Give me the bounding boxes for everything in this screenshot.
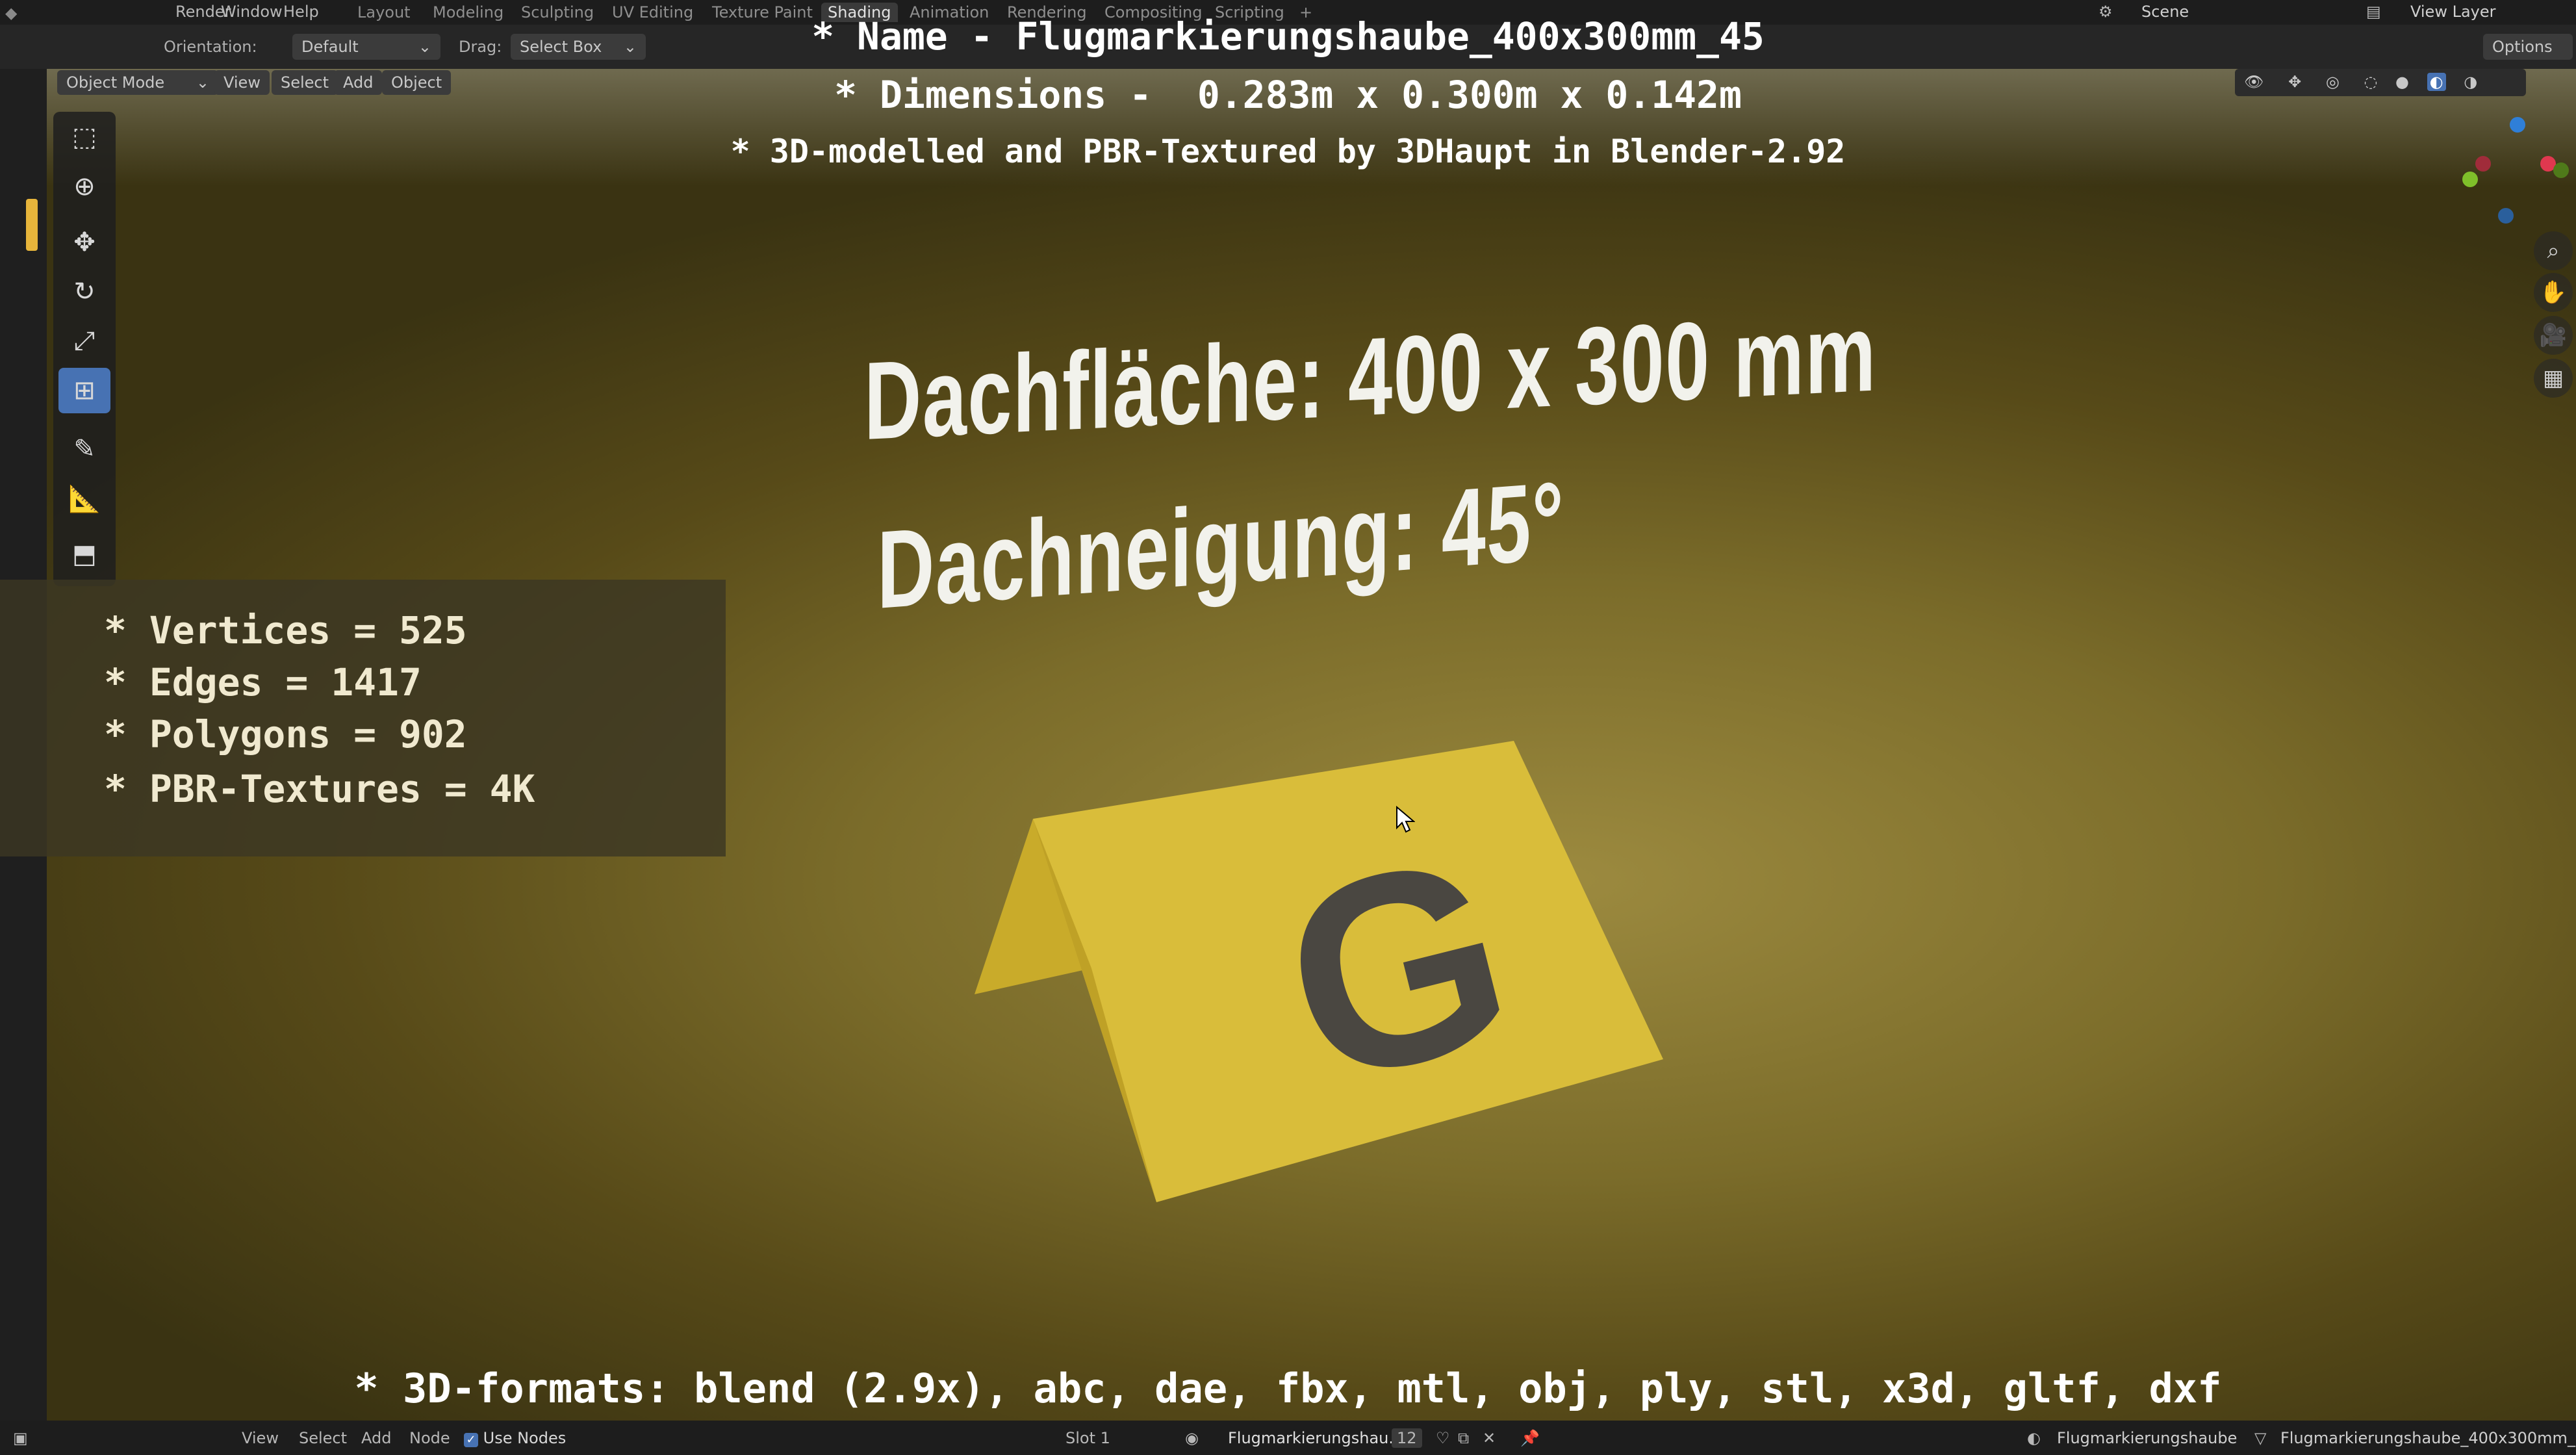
user-count[interactable]: 12: [1392, 1428, 1422, 1448]
rotate-icon[interactable]: ↻: [58, 269, 110, 315]
use-nodes-label: Use Nodes: [483, 1429, 567, 1447]
add-cube-icon[interactable]: ⬒: [58, 532, 110, 577]
roof-marker-model[interactable]: G: [936, 734, 1676, 1209]
annotate-icon[interactable]: ✎: [58, 426, 110, 472]
fake-user-icon[interactable]: ♡: [1436, 1428, 1450, 1448]
node-view-menu[interactable]: View: [242, 1428, 279, 1448]
pan-hand-icon[interactable]: ✋: [2534, 273, 2573, 312]
stat-polygons: * Polygons = 902: [104, 712, 467, 756]
node-editor-header: ▣ View Select Add Node ✓ Use Nodes Slot …: [0, 1421, 2576, 1455]
node-select-menu[interactable]: Select: [299, 1428, 347, 1448]
credit-line: * 3D-modelled and PBR-Textured by 3DHaup…: [730, 133, 1846, 170]
cursor-icon[interactable]: ⊕: [58, 164, 110, 209]
mouse-cursor-icon: [1396, 806, 1415, 833]
measure-icon[interactable]: 📐: [58, 476, 110, 521]
stat-textures: * PBR-Textures = 4K: [104, 767, 535, 811]
scale-icon[interactable]: ⤢: [58, 318, 110, 364]
gizmo-y-axis[interactable]: [2462, 172, 2478, 187]
camera-view-icon[interactable]: 🎥: [2534, 316, 2573, 355]
mesh-name-field[interactable]: Flugmarkierungshaube_400x300mm_45: [2280, 1428, 2576, 1448]
node-node-menu[interactable]: Node: [409, 1428, 450, 1448]
checkmark-icon: ✓: [464, 1433, 478, 1447]
duplicate-icon[interactable]: ⧉: [1458, 1428, 1469, 1448]
material-name-field[interactable]: Flugmarkierungshau...: [1228, 1428, 1403, 1448]
pin-icon[interactable]: 📌: [1520, 1428, 1540, 1448]
model-name-line: * Name - Flugmarkierungshaube_400x300mm_…: [811, 14, 1765, 58]
formats-line: * 3D-formats: blend (2.9x), abc, dae, fb…: [354, 1365, 2222, 1412]
use-nodes-checkbox[interactable]: ✓ Use Nodes: [464, 1428, 566, 1448]
material-icon[interactable]: ◉: [1185, 1428, 1199, 1448]
zoom-icon[interactable]: ⌕: [2534, 231, 2573, 270]
object-icon[interactable]: ◐: [2027, 1428, 2041, 1448]
close-icon[interactable]: ✕: [1483, 1428, 1496, 1448]
gizmo-z-axis[interactable]: [2510, 117, 2525, 133]
editor-type-icon[interactable]: ▣: [13, 1428, 28, 1448]
mesh-icon[interactable]: ▽: [2254, 1428, 2266, 1448]
transform-icon[interactable]: ⊞: [58, 368, 110, 413]
dimensions-line: * Dimensions - 0.283m x 0.300m x 0.142m: [834, 73, 1742, 117]
stat-vertices: * Vertices = 525: [104, 608, 467, 652]
node-add-menu[interactable]: Add: [361, 1428, 391, 1448]
perspective-toggle-icon[interactable]: ▦: [2534, 359, 2573, 398]
tool-shelf: ⬚ ⊕ ✥ ↻ ⤢ ⊞ ✎ 📐 ⬒: [53, 112, 116, 586]
object-name-field[interactable]: Flugmarkierungshaube: [2057, 1428, 2237, 1448]
move-icon[interactable]: ✥: [58, 220, 110, 265]
stat-edges: * Edges = 1417: [104, 660, 422, 704]
region-toggle-handle[interactable]: [26, 199, 38, 251]
gizmo-neg-z-axis[interactable]: [2498, 208, 2514, 224]
slot-dropdown[interactable]: Slot 1: [1065, 1428, 1110, 1448]
stats-panel: * Vertices = 525 * Edges = 1417 * Polygo…: [0, 580, 726, 856]
